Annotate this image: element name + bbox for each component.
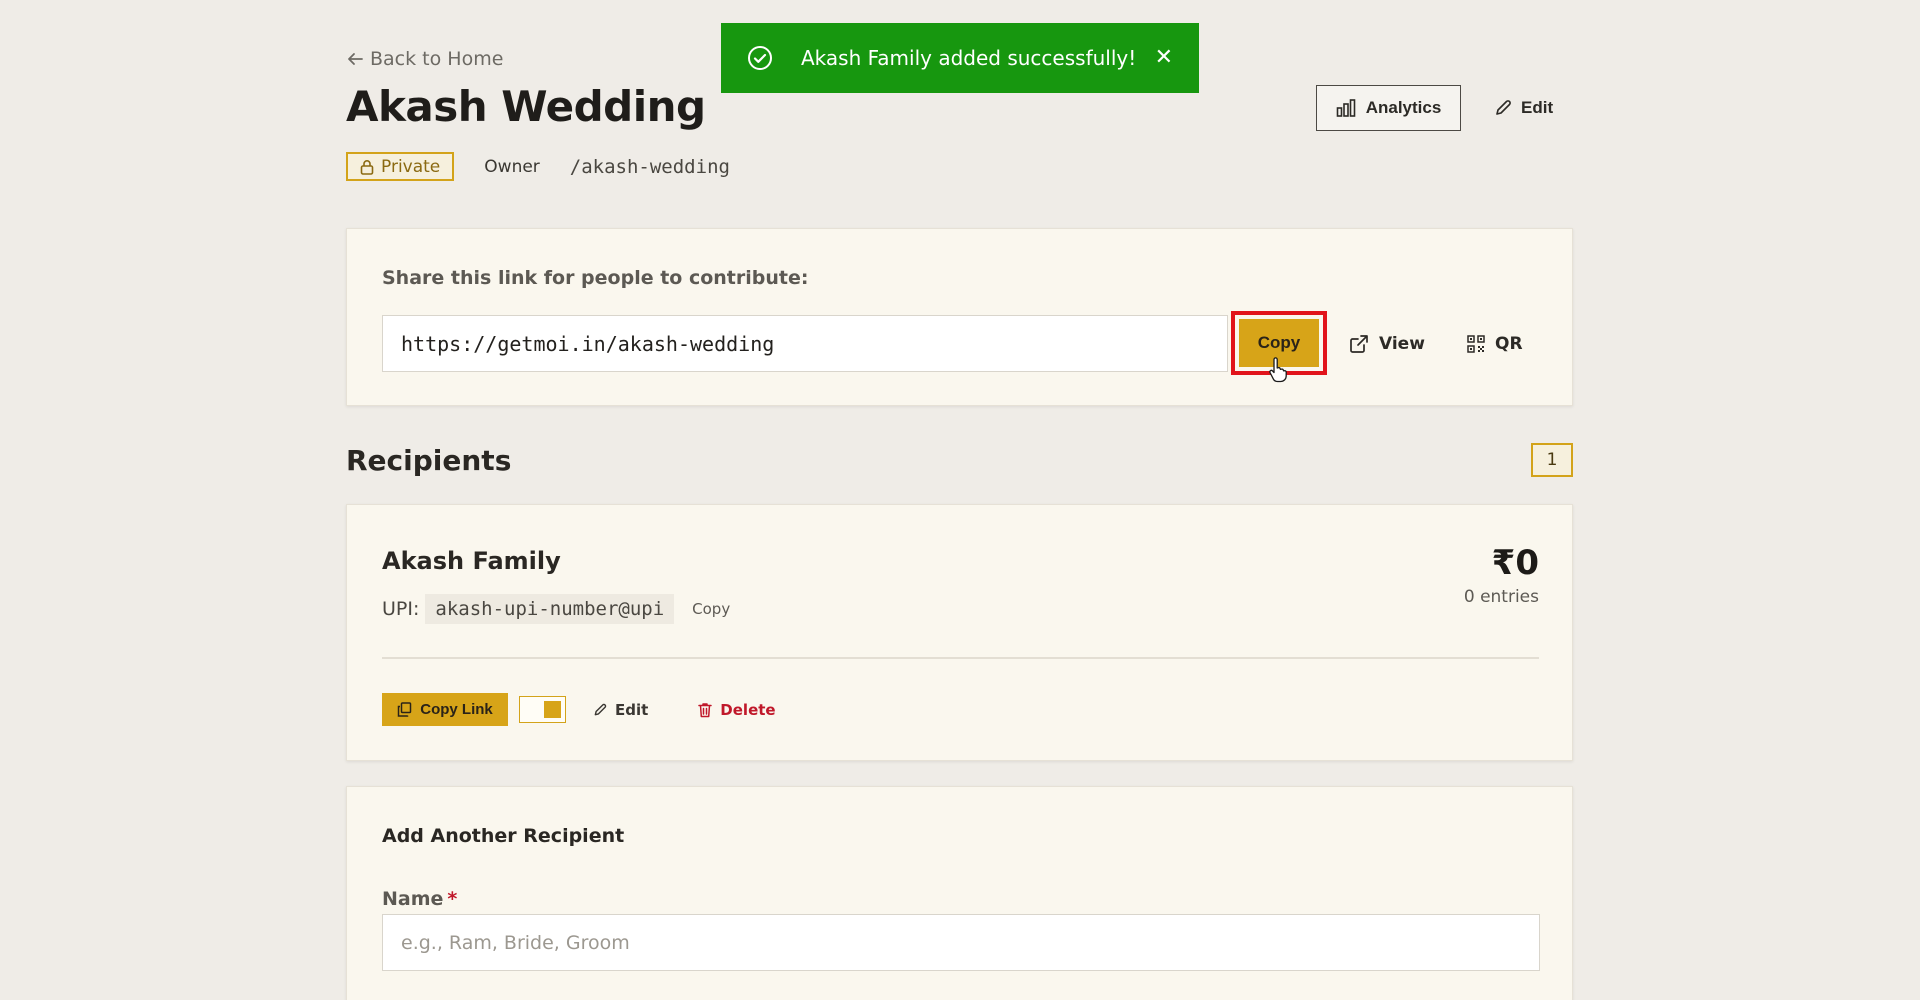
pencil-icon <box>1494 99 1512 117</box>
analytics-label: Analytics <box>1365 98 1442 117</box>
view-link-button[interactable]: View <box>1349 329 1425 359</box>
lock-icon <box>360 159 374 175</box>
delete-recipient-button[interactable]: Delete <box>698 700 776 719</box>
check-circle-icon <box>747 45 773 71</box>
copy-icon <box>397 702 412 717</box>
upi-label: UPI: <box>382 598 420 620</box>
analytics-button[interactable]: Analytics <box>1316 85 1461 131</box>
qr-label: QR <box>1495 334 1523 354</box>
view-label: View <box>1379 334 1425 354</box>
arrow-left-icon <box>346 52 364 66</box>
delete-label: Delete <box>720 700 776 719</box>
share-url-field[interactable]: https://getmoi.in/akash-wedding <box>382 315 1228 372</box>
copy-upi-button[interactable]: Copy <box>692 600 730 618</box>
edit-recipient-button[interactable]: Edit <box>593 701 648 719</box>
event-slug: /akash-wedding <box>569 155 730 178</box>
edit-label: Edit <box>1521 98 1554 117</box>
recipient-count-badge: 1 <box>1531 443 1573 477</box>
recipient-active-toggle[interactable] <box>519 696 566 723</box>
privacy-label: Private <box>381 156 441 177</box>
share-link-card: Share this link for people to contribute… <box>346 228 1573 406</box>
bar-chart-icon <box>1336 99 1356 117</box>
name-label: Name * <box>382 888 457 910</box>
back-to-home-link[interactable]: Back to Home <box>346 48 503 70</box>
qr-code-button[interactable]: QR <box>1467 329 1523 359</box>
edit-recipient-label: Edit <box>615 700 649 719</box>
recipient-actions: Copy Link Edit Delete <box>382 693 776 726</box>
share-link-label: Share this link for people to contribute… <box>382 267 809 289</box>
role-label: Owner <box>484 156 540 177</box>
toggle-knob <box>544 701 561 718</box>
name-label-text: Name <box>382 888 444 910</box>
divider <box>382 657 1539 659</box>
recipient-name-input[interactable] <box>382 914 1540 971</box>
external-link-icon <box>1349 334 1369 354</box>
recipients-heading: Recipients <box>346 444 512 477</box>
close-icon[interactable]: ✕ <box>1155 47 1173 69</box>
hand-pointer-icon <box>1268 357 1288 383</box>
upi-id: akash-upi-number@upi <box>425 594 675 624</box>
upi-row: UPI: akash-upi-number@upi Copy <box>382 593 730 625</box>
recipient-card: Akash Family UPI: akash-upi-number@upi C… <box>346 504 1573 761</box>
success-toast: Akash Family added successfully! ✕ <box>721 23 1199 93</box>
toast-message: Akash Family added successfully! <box>801 46 1137 70</box>
recipient-entries: 0 entries <box>1463 587 1539 607</box>
required-mark: * <box>447 888 458 910</box>
copy-link-label: Copy Link <box>420 701 493 718</box>
add-recipient-card: Add Another Recipient Name * <box>346 786 1573 1000</box>
page-title: Akash Wedding <box>346 82 706 131</box>
trash-icon <box>698 702 713 718</box>
back-label: Back to Home <box>370 48 504 70</box>
pencil-icon <box>593 703 607 717</box>
recipient-name: Akash Family <box>382 547 561 575</box>
add-recipient-heading: Add Another Recipient <box>382 825 625 847</box>
qr-code-icon <box>1467 335 1485 353</box>
recipient-amount: ₹0 <box>1491 543 1539 583</box>
copy-link-button[interactable]: Copy Link <box>382 693 508 726</box>
event-meta: Private Owner /akash-wedding <box>346 152 730 181</box>
privacy-badge: Private <box>346 152 455 181</box>
edit-event-button[interactable]: Edit <box>1494 96 1553 120</box>
